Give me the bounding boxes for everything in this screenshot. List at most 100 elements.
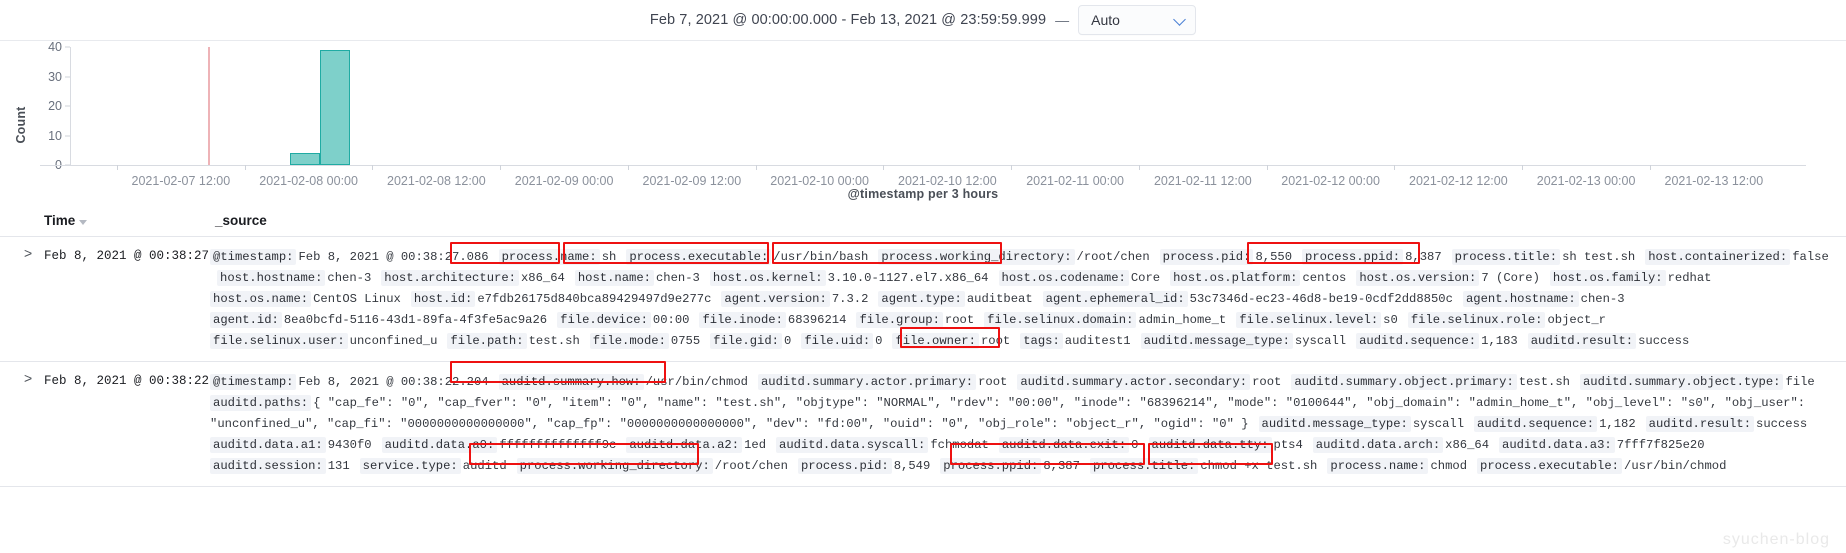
- source-field-value: 1,182: [1599, 416, 1636, 431]
- source-field-key: file.inode:: [699, 311, 786, 328]
- source-field: auditd.sequence: 1,182: [1474, 415, 1639, 432]
- source-field: agent.hostname: chen-3: [1462, 290, 1628, 307]
- source-field-key: auditd.data.syscall:: [776, 436, 929, 453]
- y-axis-tick-label: 20: [48, 99, 62, 113]
- source-field-value: pts4: [1273, 437, 1303, 452]
- source-field: file.uid: 0: [801, 332, 885, 349]
- x-axis-tick-label: 2021-02-09 12:00: [642, 174, 742, 188]
- source-field-value: 9430f0: [327, 437, 372, 452]
- source-field: host.os.version: 7 (Core): [1356, 269, 1543, 286]
- x-axis-tick-label: 2021-02-09 00:00: [514, 174, 614, 188]
- source-field-value: ffffffffffffff9c: [499, 437, 617, 452]
- kibana-discover-page: Feb 7, 2021 @ 00:00:00.000 - Feb 13, 202…: [0, 0, 1846, 553]
- source-field: file.selinux.domain: admin_home_t: [984, 311, 1229, 328]
- x-axis-tick-mark: [1138, 165, 1140, 170]
- source-field-value: Feb 8, 2021 @ 00:38:27.086: [298, 250, 489, 264]
- chevron-down-icon: [1174, 14, 1186, 26]
- histogram-bar[interactable]: [290, 153, 320, 165]
- source-field: process.title: chmod +x test.sh: [1089, 457, 1320, 474]
- source-field-key: file.owner:: [892, 332, 979, 349]
- column-header-time[interactable]: Time: [0, 213, 210, 228]
- source-field-key: process.working_directory:: [878, 249, 1075, 265]
- source-field-value: 8ea0bcfd-5116-43d1-89fa-4f3fe5ac9a26: [283, 312, 548, 327]
- source-field-key: process.pid:: [1159, 249, 1254, 265]
- watermark: syuchen-blog: [1722, 531, 1830, 548]
- histogram-chart[interactable]: Count 010203040 2021-02-07 12:002021-02-…: [0, 40, 1846, 206]
- source-field: process.ppid: 8,387: [1302, 249, 1445, 265]
- interval-select[interactable]: Auto: [1078, 5, 1197, 35]
- source-field-key: agent.id:: [210, 311, 282, 328]
- source-field-value: 00:00: [652, 312, 690, 327]
- expand-row-icon[interactable]: [0, 371, 44, 477]
- x-axis-tick-label: 2021-02-08 00:00: [259, 174, 358, 188]
- source-field-key: auditd.data.arch:: [1312, 436, 1444, 453]
- column-header-source[interactable]: _source: [210, 213, 267, 228]
- source-field-key: auditd.summary.object.primary:: [1291, 373, 1517, 390]
- y-axis: 010203040: [40, 40, 70, 172]
- expand-row-icon[interactable]: [0, 246, 44, 352]
- source-field: host.os.family: redhat: [1549, 269, 1715, 286]
- source-field: auditd.message_type: syscall: [1258, 415, 1467, 432]
- source-field-key: process.working_directory:: [516, 457, 713, 474]
- source-field-key: file.uid:: [801, 332, 874, 349]
- source-field: auditd.session: 131: [210, 457, 353, 474]
- x-axis-tick-mark: [1649, 165, 1651, 170]
- source-field-key: host.os.kernel:: [709, 269, 826, 286]
- source-field-value: /root/chen: [1076, 250, 1150, 264]
- source-field-value: root: [944, 312, 975, 327]
- source-field-key: host.os.codename:: [998, 269, 1129, 286]
- row-source-cell: @timestamp: Feb 8, 2021 @ 00:38:27.086 pro…: [210, 247, 1846, 352]
- sort-descending-icon[interactable]: [79, 219, 88, 225]
- source-field-value: 68396214: [787, 312, 847, 327]
- x-axis-tick-mark: [755, 165, 757, 170]
- source-field-value: 7 (Core): [1481, 270, 1540, 285]
- source-field-value: test.sh: [1518, 374, 1570, 389]
- table-row[interactable]: Feb 8, 2021 @ 00:38:27.086@timestamp:Feb…: [0, 237, 1846, 362]
- source-field-key: auditd.result:: [1645, 415, 1755, 432]
- source-field-value: Feb 8, 2021 @ 00:38:22.204: [298, 374, 489, 389]
- source-field-key: @timestamp:: [210, 373, 297, 390]
- source-field-key: host.os.name:: [210, 290, 312, 307]
- source-field-value: auditbeat: [966, 291, 1033, 306]
- source-field: auditd.data.exit: 0: [998, 436, 1142, 453]
- source-field: auditd.data.a0: ffffffffffffff9c: [381, 436, 620, 453]
- source-field-value: 3.10.0-1127.el7.x86_64: [827, 270, 989, 285]
- source-field-value: file: [1785, 374, 1815, 389]
- source-field-key: auditd.summary.actor.secondary:: [1017, 373, 1251, 390]
- source-field-value: /usr/bin/chmod: [645, 374, 748, 389]
- x-axis-tick-mark: [1522, 165, 1524, 170]
- source-field: auditd.data.a2: 1ed: [626, 436, 769, 453]
- source-field-value: 7fff7f825e20: [1616, 437, 1705, 452]
- source-field: auditd.result: success: [1645, 415, 1811, 432]
- source-field: host.name: chen-3: [574, 269, 703, 286]
- source-field-key: auditd.data.a3:: [1499, 436, 1615, 453]
- source-field-value: centos: [1302, 270, 1347, 285]
- plot-region[interactable]: [71, 47, 1802, 165]
- source-field: process.pid: 8,549: [797, 457, 933, 474]
- source-field-key: auditd.session:: [210, 457, 326, 474]
- source-field: agent.type: auditbeat: [878, 290, 1035, 307]
- x-axis-tick-label: 2021-02-10 12:00: [897, 174, 997, 188]
- source-field-value: 131: [327, 458, 350, 473]
- source-field-key: host.architecture:: [381, 269, 519, 286]
- source-field-key: auditd.data.a2:: [626, 436, 743, 453]
- source-field-key: agent.type:: [878, 290, 965, 307]
- source-field: file.mode: 0755: [589, 332, 703, 349]
- source-field-value: s0: [1383, 312, 1398, 327]
- histogram-bar[interactable]: [320, 49, 350, 165]
- source-field-value: syscall: [1412, 416, 1465, 431]
- source-field: host.containerized: false: [1645, 249, 1832, 265]
- table-row[interactable]: Feb 8, 2021 @ 00:38:22.204@timestamp:Feb…: [0, 362, 1846, 487]
- source-field-key: file.device:: [557, 311, 651, 328]
- source-field: process.working_directory:/root/chen: [878, 249, 1152, 265]
- source-field-value: 8,387: [1405, 250, 1442, 264]
- source-field-value: 1ed: [744, 437, 767, 452]
- x-axis: 2021-02-07 12:00 2021-02-08 00:00 2021-02-…: [0, 165, 1846, 188]
- source-field: auditd.data.a3: 7fff7f825e20: [1499, 436, 1707, 453]
- source-field: host.os.kernel: 3.10.0-1127.el7.x86_64: [709, 269, 992, 286]
- source-field-value: sh: [601, 250, 617, 264]
- source-field-key: process.title:: [1089, 457, 1199, 474]
- x-axis-tick-mark: [244, 165, 246, 170]
- row-source-cell: @timestamp: Feb 8, 2021 @ 00:38:22.204 aud…: [210, 372, 1846, 477]
- source-field-key: process.name:: [498, 249, 600, 265]
